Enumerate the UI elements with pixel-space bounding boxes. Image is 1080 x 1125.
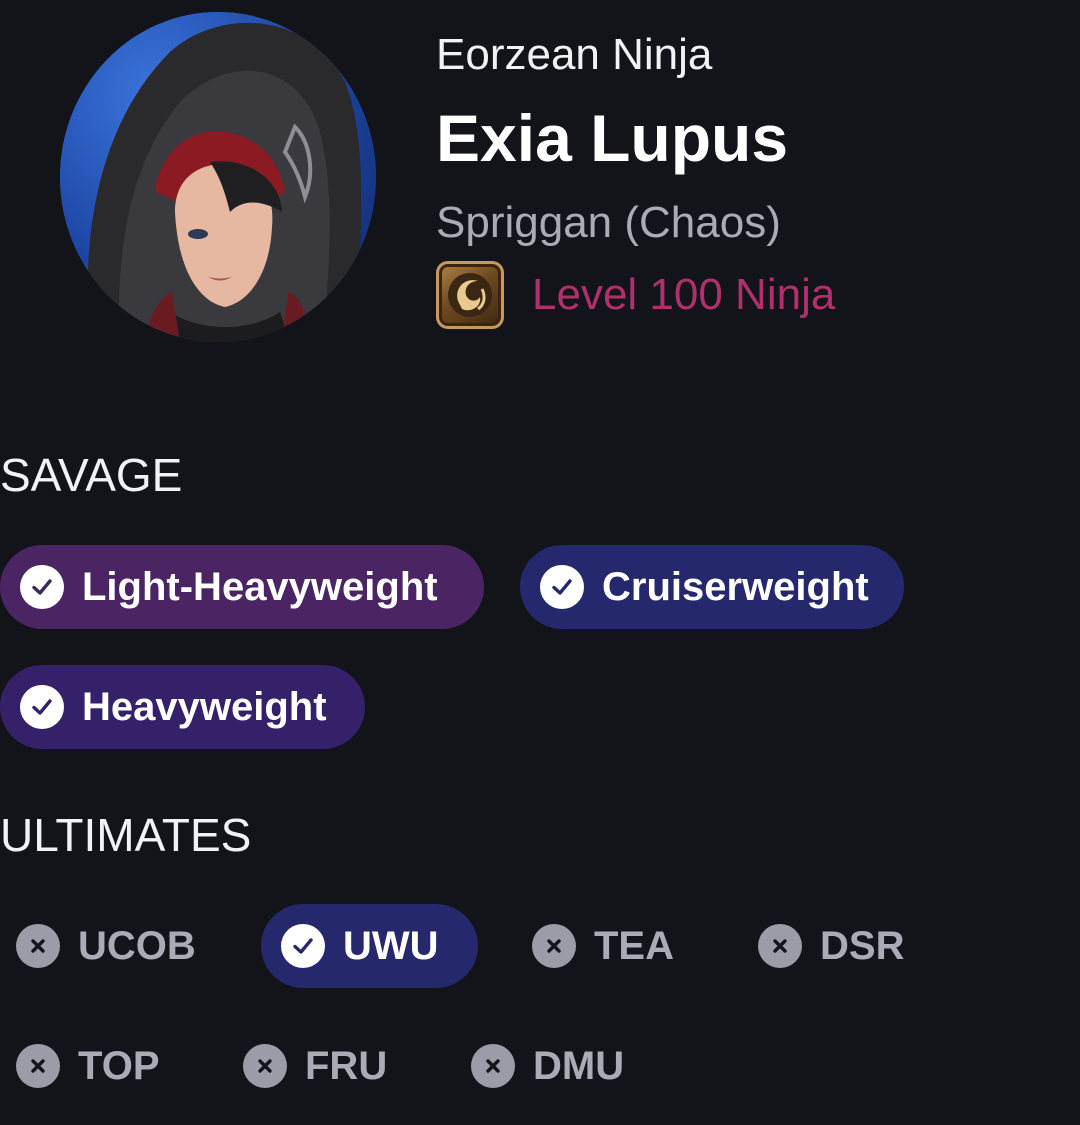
job-level-label: Level 100 Ninja (532, 270, 836, 319)
ultimate-label: DMU (533, 1043, 625, 1088)
ultimate-pill-ucob[interactable]: UCOB (0, 904, 221, 988)
close-icon (471, 1044, 515, 1088)
ninja-job-icon (436, 261, 504, 329)
job-info: Level 100 Ninja (436, 260, 835, 330)
ultimate-pill-top[interactable]: TOP (0, 1024, 196, 1108)
check-icon (20, 565, 64, 609)
close-icon (532, 924, 576, 968)
savage-heading: SAVAGE (0, 449, 183, 501)
ultimates-heading: ULTIMATES (0, 809, 252, 861)
savage-pill-light-heavyweight[interactable]: Light-Heavyweight (0, 545, 484, 629)
savage-pill-cruiserweight[interactable]: Cruiserweight (520, 545, 904, 629)
savage-label: Heavyweight (82, 684, 327, 729)
ultimate-pill-dsr[interactable]: DSR (738, 904, 938, 988)
ultimate-label: UCOB (78, 923, 196, 968)
ultimate-label: TOP (78, 1043, 160, 1088)
ultimate-pill-fru[interactable]: FRU (223, 1024, 423, 1108)
character-world: Spriggan (Chaos) (436, 198, 781, 247)
check-icon (20, 685, 64, 729)
savage-pill-heavyweight[interactable]: Heavyweight (0, 665, 365, 749)
close-icon (16, 924, 60, 968)
savage-label: Light-Heavyweight (82, 564, 438, 609)
ultimate-label: TEA (594, 923, 674, 968)
check-icon (281, 924, 325, 968)
ultimate-label: DSR (820, 923, 905, 968)
close-icon (243, 1044, 287, 1088)
ultimate-label: UWU (343, 923, 439, 968)
character-name: Exia Lupus (436, 101, 789, 175)
ultimate-pill-uwu[interactable]: UWU (261, 904, 478, 988)
character-title: Eorzean Ninja (436, 30, 713, 79)
check-icon (540, 565, 584, 609)
close-icon (16, 1044, 60, 1088)
ultimate-label: FRU (305, 1043, 388, 1088)
ultimate-pill-tea[interactable]: TEA (512, 904, 712, 988)
avatar-portrait-image (60, 12, 376, 342)
savage-label: Cruiserweight (602, 564, 869, 609)
ultimate-pill-dmu[interactable]: DMU (451, 1024, 661, 1108)
close-icon (758, 924, 802, 968)
character-profile-page: Eorzean Ninja Exia Lupus Spriggan (Chaos… (0, 0, 1080, 1125)
character-avatar (60, 12, 376, 342)
